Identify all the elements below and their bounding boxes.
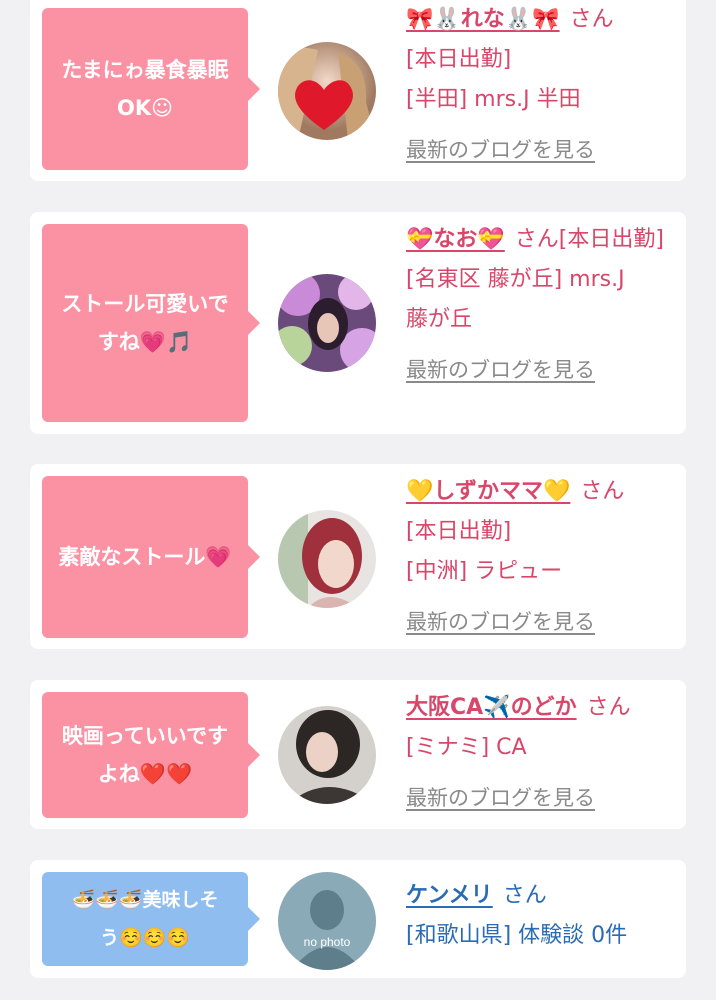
comment-text: OK☺ xyxy=(116,96,174,120)
status-text: [本日出勤] xyxy=(406,47,512,72)
shop-text: [名東区 藤が丘] mrs.J xyxy=(406,267,625,292)
user-info: 💛しずかママ💛 さん [本日出勤] [中洲] ラピュー 最新のブログを見る xyxy=(406,472,678,643)
user-name-link[interactable]: 💝なお💝 xyxy=(406,227,505,252)
shop-text: [ミナミ] CA xyxy=(406,735,527,760)
honorific: さん[本日出勤] xyxy=(514,227,664,252)
user-name-link[interactable]: 大阪CA✈️のどか xyxy=(406,695,577,720)
no-photo-text: no photo xyxy=(304,935,351,949)
comment-bubble: ストール可愛いで すね💗🎵 xyxy=(42,224,260,422)
status-text: [本日出勤] xyxy=(406,519,512,544)
user-info: 大阪CA✈️のどか さん [ミナミ] CA 最新のブログを見る xyxy=(406,688,678,819)
avatar[interactable] xyxy=(278,510,376,608)
user-info: ケンメリ さん [和歌山県] 体験談 0件 xyxy=(406,876,678,956)
user-info: 🎀🐰れな🐰🎀 さん [本日出勤] [半田] mrs.J 半田 最新のブログを見る xyxy=(406,0,678,171)
blog-link[interactable]: 最新のブログを見る xyxy=(406,130,595,170)
comment-text: すね💗🎵 xyxy=(97,330,193,354)
avatar[interactable] xyxy=(278,706,376,804)
comment-text: たまにゎ暴食暴眠 xyxy=(61,58,229,82)
avatar[interactable] xyxy=(278,274,376,372)
comment-card: 🍜🍜🍜美味しそ う☺️☺️☺️ no photo ケンメリ さん [和歌山県] 体験… xyxy=(30,860,686,978)
avatar[interactable] xyxy=(278,42,376,140)
comment-card: ストール可愛いで すね💗🎵 💝なお💝 さん[本日出勤] [名東区 藤が丘] mrs.… xyxy=(30,212,686,434)
comment-card: 素敵なストール💗 💛しずかママ💛 さん [本日出勤] [中洲] ラピュー 最新のブ… xyxy=(30,464,686,649)
honorific: さん xyxy=(569,7,614,32)
user-name-link[interactable]: 🎀🐰れな🐰🎀 xyxy=(406,7,560,32)
comment-bubble: 素敵なストール💗 xyxy=(42,476,260,638)
user-info: 💝なお💝 さん[本日出勤] [名東区 藤が丘] mrs.J 藤が丘 最新のブログを… xyxy=(406,220,678,391)
comment-bubble: 🍜🍜🍜美味しそ う☺️☺️☺️ xyxy=(42,872,260,966)
honorific: さん xyxy=(502,883,547,908)
shop-text: [半田] mrs.J 半田 xyxy=(406,87,581,112)
comment-text: う☺️☺️☺️ xyxy=(100,927,190,949)
comment-bubble: 映画っていいです よね❤️❤️ xyxy=(42,692,260,818)
blog-link[interactable]: 最新のブログを見る xyxy=(406,778,595,818)
blog-link[interactable]: 最新のブログを見る xyxy=(406,350,595,390)
blog-link[interactable]: 最新のブログを見る xyxy=(406,602,595,642)
shop-text: 藤が丘 xyxy=(406,307,473,332)
comment-text: 🍜🍜🍜美味しそ xyxy=(71,889,219,911)
avatar[interactable]: no photo xyxy=(278,872,376,970)
comment-text: よね❤️❤️ xyxy=(97,762,193,786)
honorific: さん xyxy=(580,479,625,504)
user-name-link[interactable]: 💛しずかママ💛 xyxy=(406,479,570,504)
user-name-link[interactable]: ケンメリ xyxy=(406,883,493,908)
comment-card: 映画っていいです よね❤️❤️ 大阪CA✈️のどか さん [ミナミ] CA 最新のブ… xyxy=(30,680,686,829)
review-count-text: [和歌山県] 体験談 0件 xyxy=(406,923,628,948)
honorific: さん xyxy=(586,695,631,720)
comment-bubble: たまにゎ暴食暴眠 OK☺ xyxy=(42,8,260,170)
comment-text: 映画っていいです xyxy=(61,724,229,748)
comment-text: ストール可愛いで xyxy=(61,292,229,316)
comment-text: 素敵なストール💗 xyxy=(58,545,232,569)
comment-card: たまにゎ暴食暴眠 OK☺ 🎀🐰れな🐰🎀 さん [本日出勤] [半田] mrs.J 半… xyxy=(30,0,686,181)
shop-text: [中洲] ラピュー xyxy=(406,559,563,584)
